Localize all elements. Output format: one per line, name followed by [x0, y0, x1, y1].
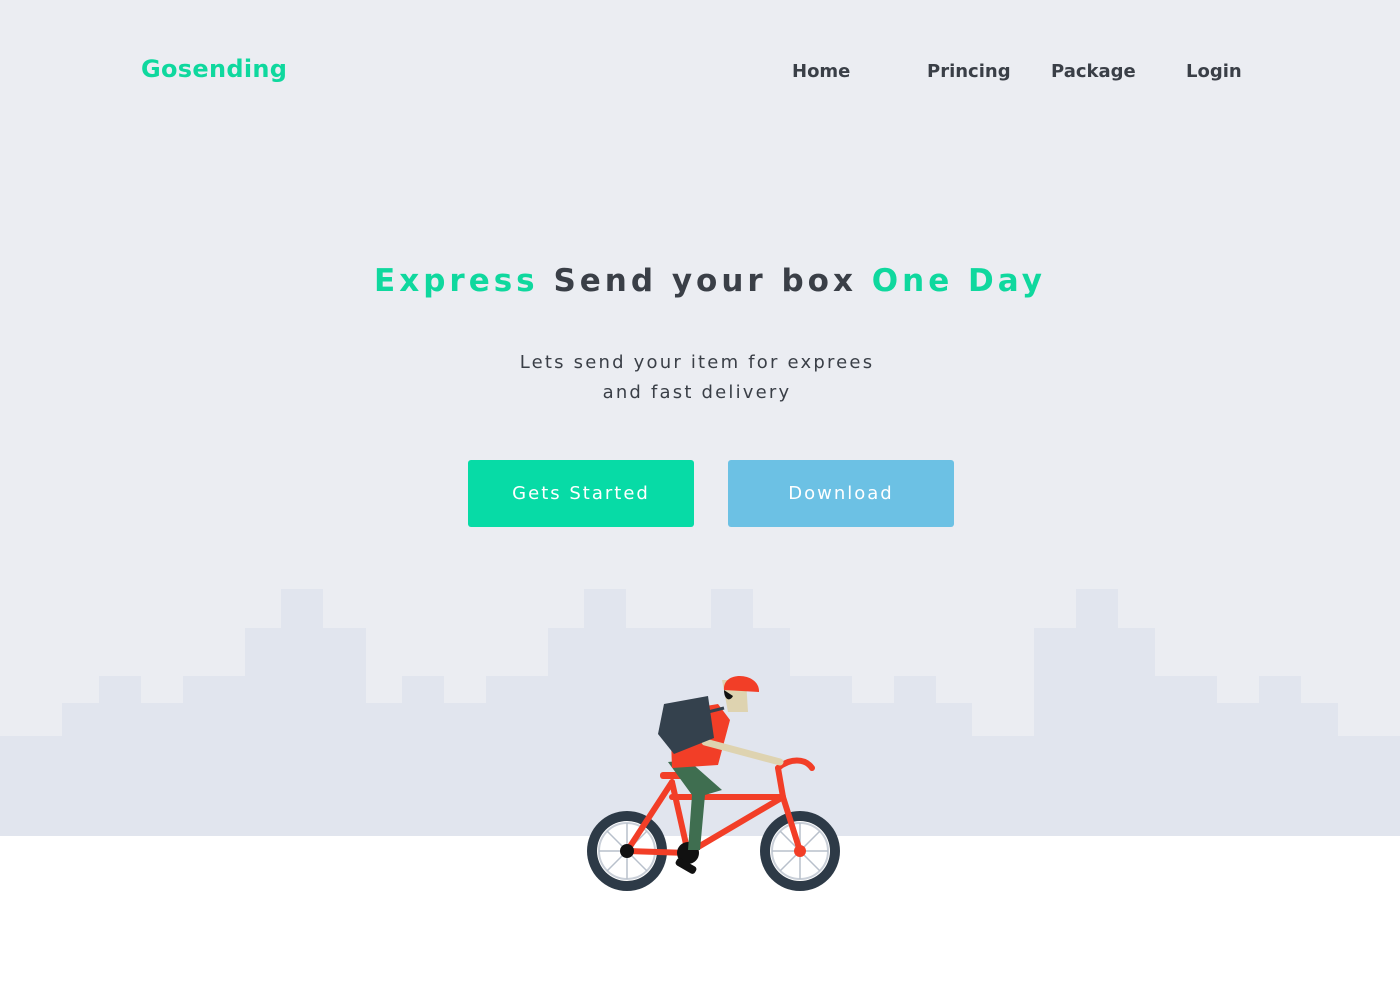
headline-accent-express: Express — [374, 263, 539, 299]
nav-login-link[interactable]: Login — [1186, 60, 1242, 84]
brand-logo[interactable]: Gosending — [141, 54, 287, 84]
nav-package-link[interactable]: Package — [1051, 60, 1136, 84]
nav-home-link[interactable]: Home — [792, 60, 850, 84]
courier-bicycle-illustration — [587, 675, 840, 891]
headline-main-text: Send your box — [553, 263, 857, 299]
get-started-button[interactable]: Gets Started — [468, 460, 694, 527]
subtitle-line-1: Lets send your item for exprees — [519, 352, 875, 373]
subtitle-line-2: and fast delivery — [602, 382, 792, 403]
nav-pricing-link[interactable]: Princing — [927, 60, 1011, 84]
download-button[interactable]: Download — [728, 460, 954, 527]
headline-accent-one-day: One Day — [871, 263, 1046, 299]
hero-headline: Express Send your box One Day — [0, 258, 1400, 304]
hero-subtitle: Lets send your item for exprees and fast… — [0, 348, 1394, 408]
